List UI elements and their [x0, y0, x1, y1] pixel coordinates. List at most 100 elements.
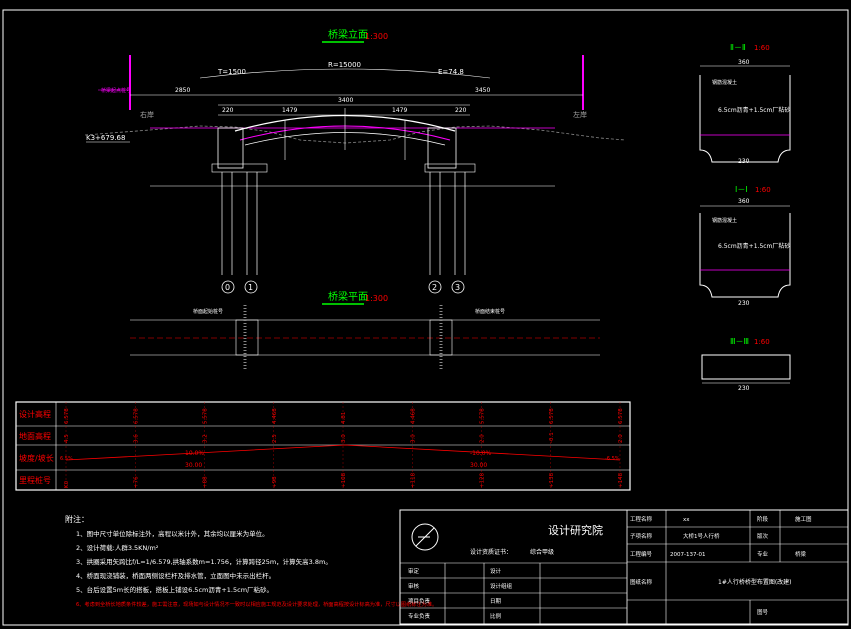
- ground-elevation-value: -0.1: [549, 432, 555, 443]
- piles: [221, 172, 466, 275]
- note-item: 1、图中尺寸单位除标注外，高程以米计外，其余均以厘米为单位。: [76, 529, 269, 538]
- sign-row-a: 项目负责: [408, 597, 431, 605]
- title-block: 设计研究院 设计资质证书： 综合甲级 工程名称 xx 子项名称 大桥1号人行桥 …: [399, 509, 849, 625]
- note-item: 4、桥面现浇铺装，桥面两侧设栏杆及排水管，立面图中未示出栏杆。: [76, 571, 275, 580]
- section-1-bottom: 230: [738, 300, 750, 307]
- sign-row-a: 审定: [408, 567, 420, 575]
- section-3-scale: 1:60: [754, 338, 770, 346]
- project-label: 工程名称: [630, 515, 653, 523]
- company-name: 设计研究院: [548, 523, 603, 537]
- elevation-view: 桥梁立面 1:300 桥梁起点桩号 T=1500 R=15000 E=74.8 …: [84, 28, 626, 294]
- dim-right: 3450: [475, 87, 490, 94]
- major-value: 桥梁: [795, 550, 807, 558]
- sign-row-c: 日期: [490, 598, 502, 605]
- dim-220-left: 220: [222, 107, 234, 114]
- sign-row-c: 比例: [490, 612, 502, 620]
- plan-view: 桥梁平面 1:300 桥面起始桩号 桥面结束桩号: [130, 290, 600, 370]
- station-label: K3+679.68: [86, 134, 125, 142]
- stage-value: 施工图: [795, 515, 812, 523]
- station-value: +108: [341, 472, 347, 488]
- section-2-title: Ⅱ－Ⅱ: [730, 43, 746, 52]
- ground-elevation-value: 2.0: [618, 434, 624, 443]
- pier-label-0: 0: [225, 283, 230, 292]
- major-label: 专业: [757, 550, 769, 558]
- dim-1479-right: 1479: [392, 107, 407, 114]
- ground-elevation-value: 3.6: [133, 434, 139, 443]
- slope-left-end: 6.5%: [60, 456, 73, 462]
- subproject-value: 大桥1号人行桥: [683, 532, 720, 540]
- slope-right-end: -6.5%: [605, 456, 620, 462]
- right-bank-label: 左岸: [573, 110, 587, 119]
- design-elevation-value: 5.578: [203, 408, 209, 424]
- pier-label-1: 1: [248, 283, 253, 292]
- notes: 附注： 1、图中尺寸单位除标注外，高程以米计外，其余均以厘米为单位。 2、设计荷…: [65, 514, 437, 608]
- pier-label-2: 2: [432, 283, 437, 292]
- station-value: +76: [133, 476, 139, 488]
- section-2-label2: 6.5cm沥青+1.5cm厂粘砂: [718, 106, 790, 114]
- station-value: +98: [272, 476, 278, 488]
- design-elevation-value: 4.468: [272, 408, 278, 424]
- ground-elevation-value: 4.5: [64, 434, 70, 443]
- right-abutment: [427, 127, 457, 169]
- section-1-scale: 1:60: [755, 186, 771, 194]
- left-tag-text: 桥梁起点桩号: [101, 87, 131, 94]
- section-2-scale: 1:60: [754, 44, 770, 52]
- drawing-name-label: 图纸名称: [630, 578, 653, 586]
- cert-label: 设计资质证书：: [470, 548, 512, 556]
- ground-elevation-value: 2.0: [480, 434, 486, 443]
- elevation-title: 桥梁立面: [328, 28, 368, 41]
- station-value: +148: [618, 472, 624, 488]
- section-1-top: 360: [738, 198, 750, 205]
- sign-row-c: 设计: [490, 567, 502, 575]
- profile-table: 设计高程 地面高程 坡度/坡长 里程桩号 6.578 4.5 K0 6.578 3.6 +…: [15, 401, 631, 491]
- station-value: K0: [64, 480, 70, 488]
- note-item: 3、拱圈采用矢跨比f/L=1/6.579,拱轴系数m=1.756，计算跨径25m…: [76, 557, 332, 566]
- section-1-label1: 钢筋混凝土: [712, 217, 737, 224]
- section-1-title: Ⅰ－Ⅰ: [735, 185, 748, 194]
- design-elevation-value: 4.81: [341, 412, 347, 424]
- profile-row-label-0: 设计高程: [19, 409, 51, 419]
- number-label: 工程编号: [630, 550, 653, 558]
- sign-row-c: 设计组组: [490, 582, 513, 590]
- section-2-top: 360: [738, 59, 750, 66]
- dim-1479-left: 1479: [282, 107, 297, 114]
- sign-row-a: 审核: [408, 582, 420, 590]
- ground-elevation-value: 2.5: [272, 434, 278, 443]
- design-elevation-value: 6.578: [618, 408, 624, 424]
- ground-line: [84, 125, 626, 144]
- company-logo-mark: [415, 527, 435, 547]
- plan-title: 桥梁平面: [328, 290, 368, 303]
- design-elevation-value: 6.578: [64, 408, 70, 424]
- ground-elevation-value: 3.0: [410, 434, 416, 443]
- profile-values: 6.578 4.5 K0 6.578 3.6 +76 5.578 3.2 +88 4.468 2.5…: [64, 402, 624, 490]
- left-abutment: [217, 127, 244, 169]
- cross-sections: Ⅱ－Ⅱ 1:60 360 钢筋混凝土 6.5cm沥青+1.5cm厂粘砂 230 …: [699, 43, 791, 392]
- plan-scale: 1:300: [365, 294, 388, 303]
- station-value: +138: [549, 472, 555, 488]
- ground-elevation-value: 3.2: [203, 434, 209, 443]
- section-2-bottom: 230: [738, 158, 750, 165]
- station-value: +118: [410, 472, 416, 488]
- slope-left: 10.0%: [185, 450, 204, 457]
- section-1-shape: [699, 213, 791, 298]
- section-3-title: Ⅲ－Ⅲ: [730, 337, 749, 346]
- cert-value: 综合甲级: [530, 548, 554, 556]
- stage-label: 阶段: [757, 515, 769, 523]
- section-3-bottom: 230: [738, 385, 750, 392]
- notes-heading: 附注：: [65, 514, 89, 524]
- pier-label-3: 3: [455, 283, 460, 292]
- section-2-label1: 钢筋混凝土: [712, 79, 737, 86]
- section-3-shape: [701, 354, 791, 380]
- slope-right-len: 30.00: [470, 462, 487, 469]
- ground-elevation-value: 3.0: [341, 434, 347, 443]
- cad-drawing-canvas[interactable]: 桥梁立面 1:300 桥梁起点桩号 T=1500 R=15000 E=74.8 …: [0, 0, 851, 629]
- slope-left-len: 30.00: [185, 462, 202, 469]
- note-item: 2、设计荷载:人群3.5KN/m²: [76, 543, 159, 552]
- version-label: 版次: [757, 532, 769, 540]
- section-1-label2: 6.5cm沥青+1.5cm厂粘砂: [718, 242, 790, 250]
- subproject-label: 子项名称: [630, 532, 653, 540]
- dim-220-right: 220: [455, 107, 467, 114]
- drawing-no-label: 图号: [757, 608, 769, 616]
- curve-r: R=15000: [328, 61, 361, 69]
- plan-left-pier: [235, 319, 259, 356]
